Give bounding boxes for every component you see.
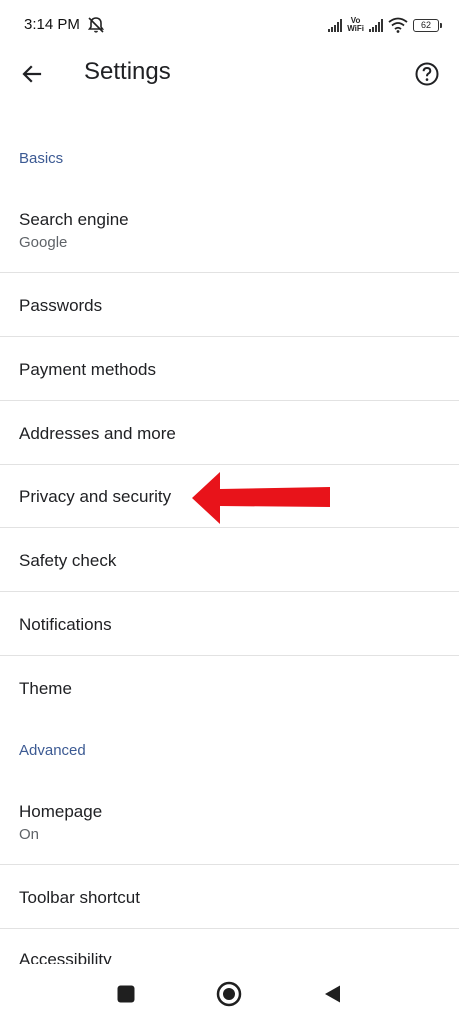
setting-title: Search engine <box>19 210 129 229</box>
setting-passwords[interactable]: Passwords <box>0 273 459 337</box>
square-icon <box>117 985 135 1003</box>
vowifi-bottom-label: WiFi <box>347 24 364 33</box>
setting-addresses[interactable]: Addresses and more <box>0 401 459 465</box>
system-nav-bar <box>0 964 459 1024</box>
setting-title: Passwords <box>19 296 103 315</box>
wifi-icon <box>388 17 408 33</box>
setting-title: Addresses and more <box>19 424 176 443</box>
help-circle-icon <box>415 62 439 86</box>
setting-payment-methods[interactable]: Payment methods <box>0 337 459 401</box>
setting-title: Safety check <box>19 551 117 570</box>
status-bar: 3:14 PM Vo WiFi 62 <box>0 0 459 52</box>
section-header-basics: Basics <box>19 150 64 167</box>
setting-title: Privacy and security <box>19 487 172 506</box>
status-icons: Vo WiFi 62 <box>328 14 442 36</box>
annotation-arrow-icon <box>192 472 330 524</box>
arrow-left-icon <box>22 65 42 83</box>
help-button[interactable] <box>409 56 445 92</box>
setting-title: Theme <box>19 679 72 698</box>
setting-subtitle: Google <box>19 234 68 251</box>
cell-signal-icon <box>328 18 343 32</box>
page-title: Settings <box>84 58 171 85</box>
section-header-advanced: Advanced <box>19 742 86 759</box>
setting-safety-check[interactable]: Safety check <box>0 528 459 592</box>
status-time: 3:14 PM <box>24 16 80 33</box>
setting-toolbar-shortcut[interactable]: Toolbar shortcut <box>0 865 459 929</box>
battery-icon: 62 <box>413 18 442 32</box>
back-button[interactable] <box>14 56 50 92</box>
recents-button[interactable] <box>110 978 142 1010</box>
setting-title: Notifications <box>19 615 112 634</box>
setting-theme[interactable]: Theme <box>0 656 459 720</box>
setting-notifications[interactable]: Notifications <box>0 592 459 656</box>
back-nav-button[interactable] <box>317 978 349 1010</box>
setting-homepage[interactable]: Homepage On <box>0 782 459 865</box>
ringer-off-icon <box>87 17 105 33</box>
setting-accessibility[interactable]: Accessibility <box>0 929 459 969</box>
settings-screen: 3:14 PM Vo WiFi 62 Settings Basics Searc… <box>0 0 459 1024</box>
vowifi-indicator: Vo WiFi <box>347 17 364 33</box>
setting-subtitle: On <box>19 826 40 843</box>
home-button[interactable] <box>213 978 245 1010</box>
setting-search-engine[interactable]: Search engine Google <box>0 190 459 273</box>
triangle-back-icon <box>325 985 340 1003</box>
app-bar: Settings <box>0 52 459 96</box>
setting-title: Toolbar shortcut <box>19 888 140 907</box>
setting-title: Payment methods <box>19 360 157 379</box>
setting-title: Homepage <box>19 802 103 821</box>
home-circle-icon <box>216 981 242 1007</box>
cell-signal-2-icon <box>369 18 383 32</box>
